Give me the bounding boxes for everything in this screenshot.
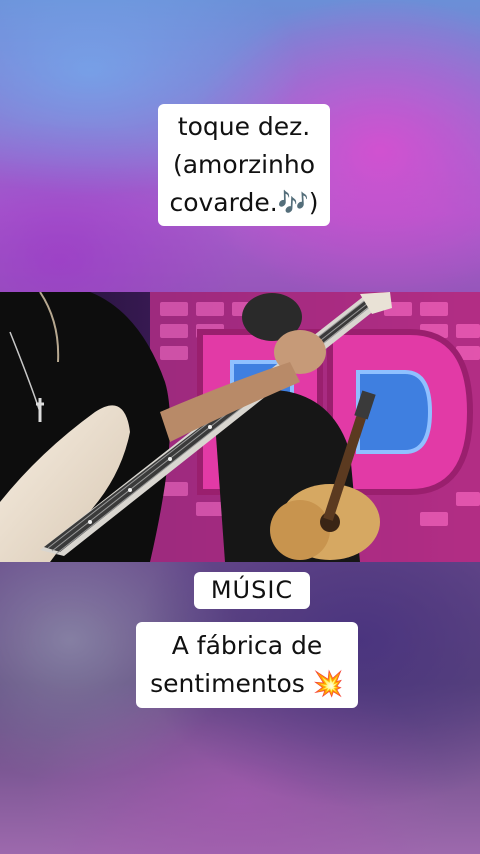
video-scene xyxy=(0,292,480,562)
caption-top-line1: toque dez. xyxy=(177,112,311,141)
caption-bottom: A fábrica de sentimentos 💥 xyxy=(136,622,358,708)
caption-top: toque dez. (amorzinho covarde.🎶) xyxy=(158,104,330,226)
caption-top-line3: covarde.🎶) xyxy=(169,188,319,217)
caption-bottom-line2: sentimentos 💥 xyxy=(150,669,344,698)
video-frame[interactable] xyxy=(0,292,480,562)
music-label: MÚSIC xyxy=(194,572,310,609)
caption-bottom-line1: A fábrica de xyxy=(171,631,323,660)
caption-top-line2: (amorzinho xyxy=(172,150,316,179)
